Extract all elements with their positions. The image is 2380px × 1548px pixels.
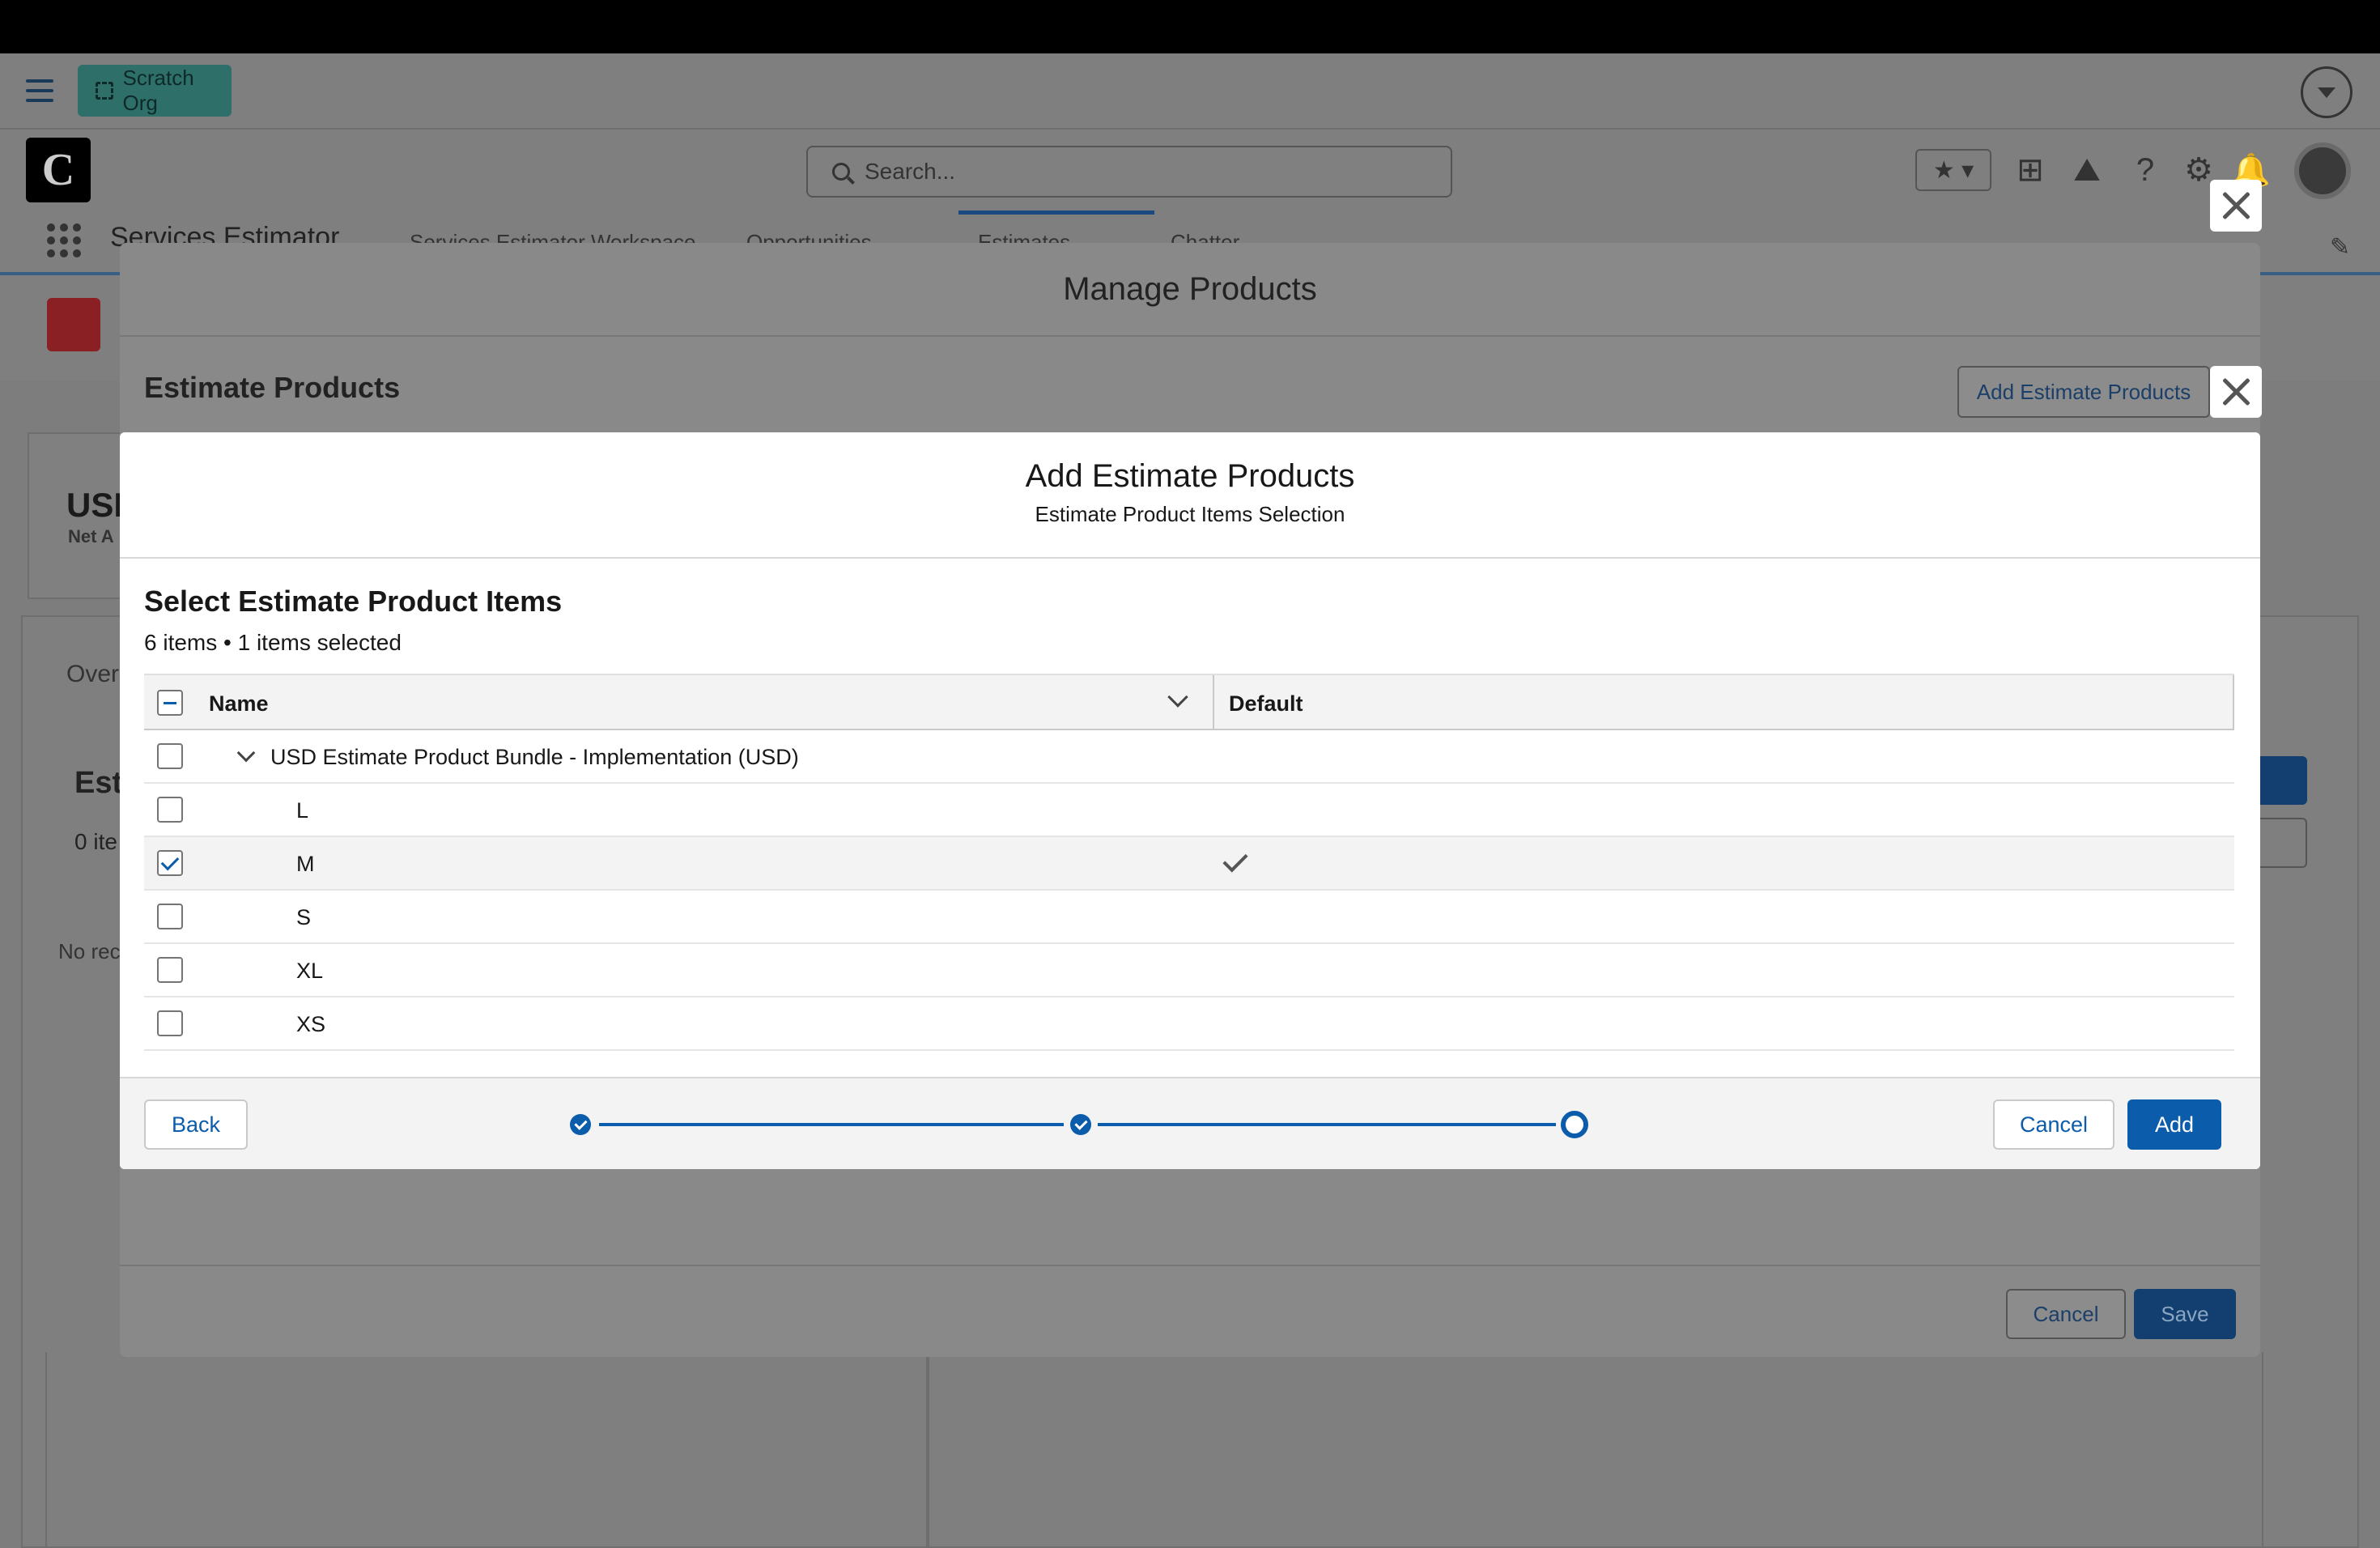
app-logo: C (26, 138, 91, 202)
items-count-label: 0 ite (74, 829, 117, 854)
column-divider (926, 1352, 929, 1548)
row-name: XS (296, 1012, 326, 1036)
close-icon (2221, 191, 2250, 220)
estimate-record-icon (47, 298, 100, 351)
row-checkbox[interactable] (157, 904, 183, 929)
help-icon[interactable]: ? (2129, 149, 2161, 191)
progress-line (599, 1123, 1064, 1126)
select-all-checkbox[interactable] (157, 690, 183, 716)
row-name: USD Estimate Product Bundle - Implementa… (270, 745, 799, 769)
select-items-heading: Select Estimate Product Items (144, 585, 563, 618)
row-checkbox[interactable] (157, 743, 183, 769)
column-divider[interactable] (1213, 675, 1214, 730)
add-estimate-products-button[interactable]: Add Estimate Products (1957, 366, 2210, 418)
default-check-icon (1222, 847, 1248, 873)
app-launcher-icon[interactable] (47, 223, 81, 257)
user-avatar[interactable] (2294, 142, 2351, 199)
progress-step-1-complete-icon (570, 1114, 591, 1135)
row-name: M (296, 852, 315, 876)
row-checkbox[interactable] (157, 797, 183, 823)
scratch-org-label: Scratch Org (122, 66, 194, 115)
row-checkbox-checked[interactable] (157, 850, 183, 876)
favorites-star-icon[interactable]: ★ ▾ (1915, 149, 1991, 191)
progress-step-3-current-icon (1561, 1111, 1588, 1138)
estimate-products-heading: Estimate Products (144, 371, 401, 404)
add-products-title: Add Estimate Products (1025, 458, 1355, 494)
cancel-button[interactable]: Cancel (1993, 1099, 2114, 1150)
column-header-default[interactable]: Default (1229, 691, 1303, 717)
org-bar (0, 53, 2380, 130)
manage-products-cancel-button[interactable]: Cancel (2006, 1289, 2126, 1339)
currency-label: USI (66, 486, 124, 524)
row-name: XL (296, 959, 324, 983)
search-icon (832, 163, 850, 181)
product-items-tree-grid: Name Default USD Estimate Product Bundle… (144, 674, 2234, 1051)
estimate-section-label: Est (74, 766, 123, 800)
net-amount-label: Net A (68, 526, 114, 546)
no-records-label: No rec (58, 939, 121, 963)
active-tab-indicator (958, 211, 1154, 215)
column-header-name[interactable]: Name (209, 691, 269, 717)
row-checkbox[interactable] (157, 957, 183, 983)
chevron-down-icon[interactable] (236, 743, 256, 763)
add-products-close-button[interactable] (2210, 366, 2262, 418)
add-products-subtitle: Estimate Product Items Selection (1035, 502, 1345, 526)
menu-icon[interactable] (26, 79, 53, 102)
manage-products-footer (120, 1265, 2260, 1357)
close-icon (2221, 377, 2250, 406)
manage-products-save-button[interactable]: Save (2134, 1289, 2236, 1339)
trailhead-icon[interactable]: ⛰ (2069, 149, 2105, 191)
org-menu-dropdown-icon[interactable] (2301, 66, 2352, 118)
scratch-org-badge[interactable]: Scratch Org (78, 65, 232, 117)
tree-row-selected[interactable]: M (144, 837, 2234, 891)
progress-line (1098, 1123, 1556, 1126)
tree-row-bundle[interactable]: USD Estimate Product Bundle - Implementa… (144, 730, 2234, 784)
tree-row[interactable]: XL (144, 944, 2234, 997)
column-divider (2233, 675, 2234, 730)
back-button[interactable]: Back (144, 1099, 248, 1150)
row-checkbox[interactable] (157, 1010, 183, 1036)
search-placeholder: Search... (865, 159, 956, 184)
chevron-down-icon[interactable] (1167, 687, 1188, 708)
items-selected-count: 6 items • 1 items selected (144, 630, 402, 655)
add-button[interactable]: Add (2127, 1099, 2221, 1150)
tree-row[interactable]: L (144, 784, 2234, 837)
row-name: S (296, 905, 312, 929)
grid-header: Name Default (144, 674, 2234, 730)
window-top-bar (0, 0, 2380, 53)
edit-nav-pencil-icon[interactable]: ✎ (2330, 233, 2350, 262)
tab-overview[interactable]: Over (66, 661, 119, 688)
tree-row[interactable]: S (144, 891, 2234, 944)
progress-step-2-complete-icon (1070, 1114, 1091, 1135)
manage-products-close-button[interactable] (2210, 180, 2262, 232)
global-search-input[interactable]: Search... (806, 146, 1452, 198)
global-actions-plus-icon[interactable]: ⊞ (2012, 149, 2048, 191)
row-name: L (296, 798, 309, 823)
background-columns (45, 1352, 2263, 1548)
dashed-square-icon (96, 82, 113, 100)
tree-row[interactable]: XS (144, 997, 2234, 1051)
manage-products-title: Manage Products (120, 243, 2260, 337)
add-products-header: Add Estimate Products Estimate Product I… (120, 432, 2260, 559)
